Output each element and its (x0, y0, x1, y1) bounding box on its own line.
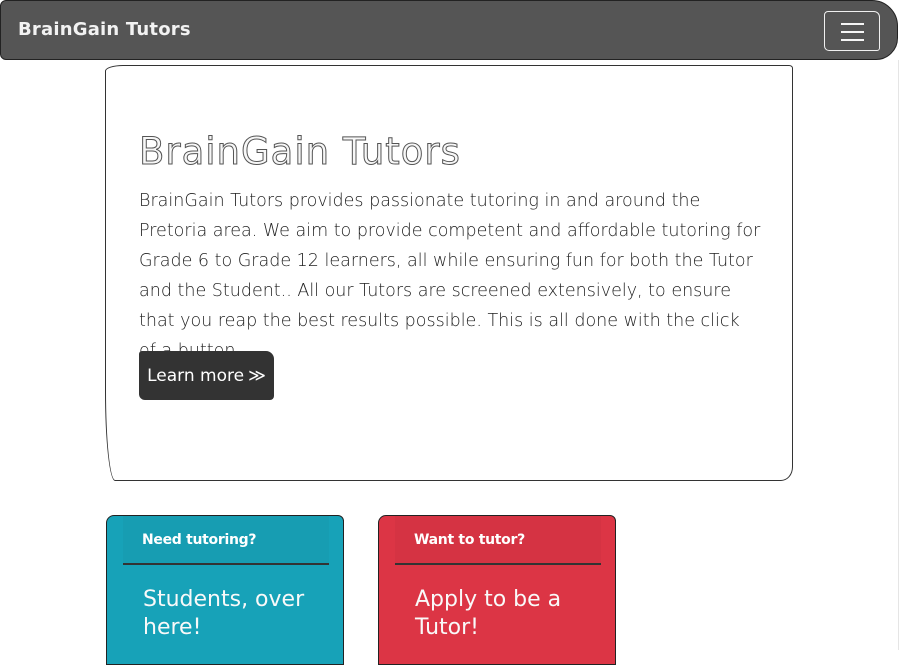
tutor-card-title: Apply to be a Tutor! (415, 587, 562, 640)
student-card-header-text: Need tutoring? (142, 532, 257, 548)
jumbotron-description: BrainGain Tutors provides passionate tut… (139, 191, 761, 361)
jumbotron-title: BrainGain Tutors (139, 130, 461, 174)
tutor-card-header-text: Want to tutor? (414, 532, 525, 548)
hamburger-menu-icon-line (841, 31, 864, 33)
student-card-title: Students, over here! (143, 587, 305, 640)
double-chevron-right-icon: ≫ (248, 365, 266, 386)
hamburger-menu-icon-line (841, 39, 864, 41)
tutor-card-header: Want to tutor? (395, 516, 601, 565)
hamburger-menu-icon (841, 23, 864, 25)
tutor-card[interactable]: Want to tutor? Apply to be a Tutor! (378, 515, 616, 665)
navbar: BrainGain Tutors (0, 0, 898, 60)
learn-more-label: Learn more (147, 365, 245, 386)
navbar-toggler-button[interactable] (824, 11, 880, 51)
brand-link[interactable]: BrainGain Tutors (18, 19, 191, 40)
jumbotron: BrainGain Tutors BrainGain Tutors provid… (105, 65, 793, 481)
student-card[interactable]: Need tutoring? Students, over here! (106, 515, 344, 665)
page-edge-divider (898, 60, 899, 650)
learn-more-button[interactable]: Learn more ≫ (139, 351, 274, 400)
student-card-header: Need tutoring? (123, 516, 329, 565)
